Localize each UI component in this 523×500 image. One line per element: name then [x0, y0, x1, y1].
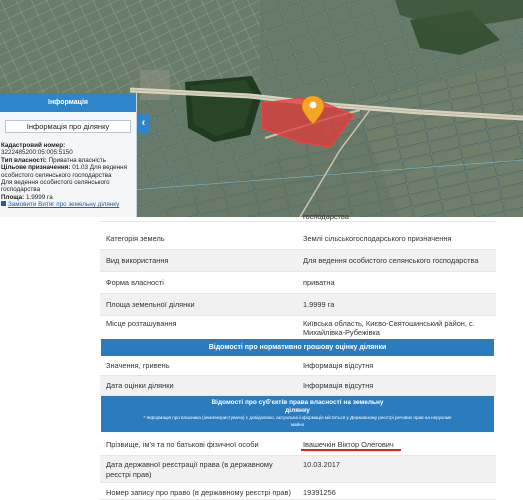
table-row: Прізвище, ім'я та по батькові фізичної о…	[100, 432, 496, 456]
table-row: господарства	[100, 211, 496, 222]
info-panel-title: Інформація про ділянку	[5, 120, 131, 133]
cell-label: Номер запису про право (в державному реє…	[106, 488, 291, 497]
cell-value: Для ведення особистого селянського госпо…	[303, 256, 479, 265]
purpose-value: 01.03 Для ведення	[72, 164, 127, 172]
cell-label: Дата державної реєстрації права (в держа…	[106, 460, 273, 469]
cadastral-label: Кадастровий номер:	[1, 142, 66, 149]
purpose-value-line-2: особистого селянського господарства	[1, 171, 112, 179]
section-owners-title-line-2: ділянку	[285, 407, 310, 414]
ownership-label: Тип власності:	[1, 156, 47, 164]
parcel-info-panel: Інформація Інформація про ділянку Кадаст…	[0, 93, 137, 217]
table-row: Місце розташування Київська область, Киє…	[100, 316, 496, 340]
cell-value: 10.03.2017	[303, 460, 340, 469]
purpose-value-line-3: Для ведення особистого селянського	[1, 179, 110, 187]
section-header-normative: Відомості про нормативно грошову оцінку …	[101, 339, 494, 356]
cell-label: реєстрі прав)	[106, 470, 152, 479]
section-owners-title-line-1: Відомості про суб'єктів права власності …	[211, 399, 384, 406]
purpose-label: Цільове призначення:	[1, 164, 71, 172]
collapse-panel-button[interactable]: ‹	[137, 113, 150, 133]
cell-label: Площа земельної ділянки	[106, 300, 195, 309]
order-extract-link-label: Замовити Витяг про земельну ділянку	[8, 201, 120, 209]
section-owners-note-line-1: * Інформація про власника (землекористув…	[143, 415, 452, 420]
page-root: Інформація Інформація про ділянку Кадаст…	[0, 0, 523, 500]
cell-value: приватна	[303, 278, 335, 287]
owner-name-value: Івашечкін Віктор Олегович	[303, 440, 394, 449]
document-icon	[1, 201, 6, 207]
cell-label: Значення, гривень	[106, 361, 170, 370]
table-row: Дата оцінки ділянки Інформація відсутня	[100, 376, 496, 396]
table-row: Площа земельної ділянки 1.9999 га	[100, 294, 496, 316]
cell-label: Прізвище, ім'я та по батькові фізичної о…	[106, 440, 259, 449]
info-panel-body: Кадастровий номер: 3222485200:05:005:515…	[0, 137, 136, 209]
cell-value: 1.9999 га	[303, 300, 335, 309]
table-row: Вид використання Для ведення особистого …	[100, 250, 496, 272]
purpose-value-line-4: господарства	[1, 186, 41, 194]
table-row: Дата державної реєстрації права (в держа…	[100, 456, 496, 483]
area-value: 1.9999 га	[26, 193, 53, 201]
section-header-owners: Відомості про суб'єктів права власності …	[101, 396, 494, 432]
table-row: Категорія земель Землі сільськогосподарс…	[100, 225, 496, 250]
cell-value: 19391256	[303, 488, 336, 497]
table-row: Номер запису про право (в державному реє…	[100, 483, 496, 500]
area-label: Площа:	[1, 193, 25, 201]
cell-label: Дата оцінки ділянки	[106, 381, 174, 390]
cell-label: Вид використання	[106, 256, 169, 265]
cell-value: Михайлівка-Рубежівка	[303, 328, 380, 337]
cell-label: Категорія земель	[106, 234, 165, 243]
cell-value: Київська область, Києво-Святошинський ра…	[303, 319, 475, 328]
table-row: Форма власності приватна	[100, 272, 496, 294]
info-panel-header: Інформація	[0, 93, 136, 112]
cell-label: Форма власності	[106, 278, 164, 287]
cell-value: Інформація відсутня	[303, 381, 374, 390]
table-row: Значення, гривень Інформація відсутня	[100, 356, 496, 376]
cell-label: Місце розташування	[106, 319, 177, 328]
cell-value: господарства	[303, 212, 349, 221]
cadastral-value: 3222485200:05:005:5150	[1, 149, 73, 157]
cell-value: Землі сільськогосподарського призначення	[303, 234, 452, 243]
owner-name-highlight-underline	[301, 449, 401, 451]
cell-value: Інформація відсутня	[303, 361, 374, 370]
order-extract-link[interactable]: Замовити Витяг про земельну ділянку	[1, 201, 136, 208]
ownership-value: Приватна власність	[48, 156, 107, 164]
section-owners-note-line-2: майно	[290, 421, 305, 427]
